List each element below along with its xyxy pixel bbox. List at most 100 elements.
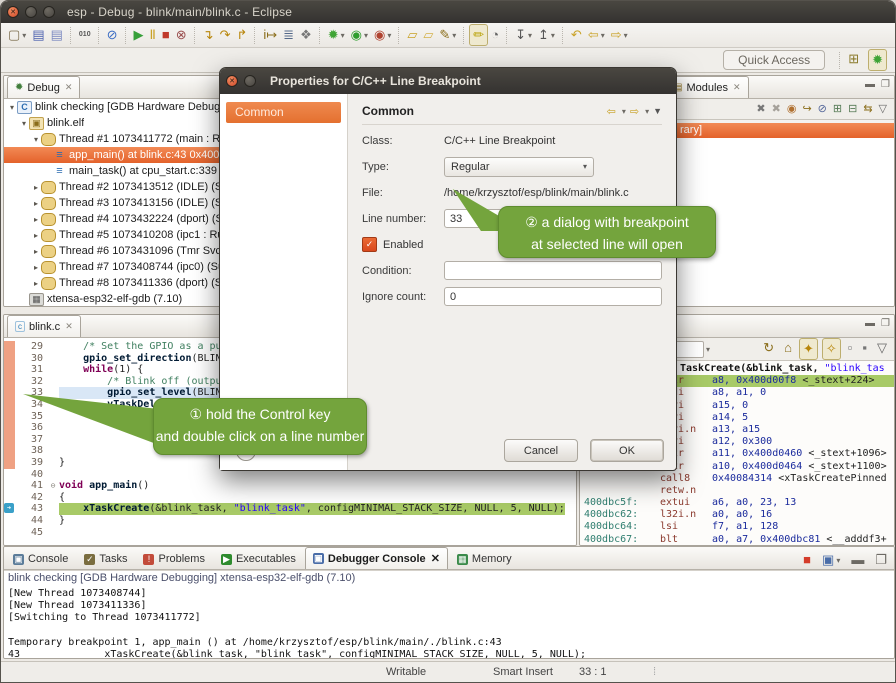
forward-icon[interactable]: ⇨▾ (608, 25, 631, 45)
debug-tree-row[interactable]: ≡main_task() at cpu_start.c:339 0x400d0 (4, 163, 222, 179)
new-wizard-icon[interactable]: ▢▾ (5, 25, 29, 45)
view-menu-icon[interactable]: ▽ (876, 99, 890, 119)
show-threads-icon[interactable]: ≣ (280, 25, 297, 45)
line-number[interactable]: 39 (15, 457, 47, 469)
editor-line[interactable]: 44} (4, 515, 576, 527)
open-perspective-icon[interactable]: ⊞ (845, 49, 862, 69)
window-maximize-icon[interactable] (43, 6, 55, 18)
open-new-view-icon[interactable]: ▫ (845, 338, 856, 358)
condition-input[interactable] (444, 261, 662, 280)
line-number[interactable]: 37 (15, 434, 47, 446)
tab-tasks[interactable]: ✓Tasks (77, 549, 134, 569)
line-number[interactable]: 43 (15, 503, 47, 515)
cancel-button[interactable]: Cancel (504, 439, 578, 462)
tree-expand-icon[interactable]: ▸ (31, 199, 41, 208)
skip-breakpoints-icon[interactable]: ⊘ (104, 25, 121, 45)
view-menu-icon[interactable]: ▽ (874, 338, 890, 358)
breakpoints-icon[interactable]: ❖ (297, 25, 315, 45)
minimize-icon[interactable]: ▬ (865, 79, 875, 90)
tree-expand-icon[interactable]: ▸ (31, 215, 41, 224)
close-icon[interactable]: ✕ (65, 321, 73, 332)
line-number[interactable]: 45 (15, 527, 47, 539)
sync-context-icon[interactable]: ✧ (822, 338, 841, 360)
open-element-icon[interactable]: ▱ (404, 25, 420, 45)
disconnect-icon[interactable]: ⊗ (173, 25, 190, 45)
line-number[interactable]: 40 (15, 469, 47, 481)
tab-blink-c[interactable]: c blink.c ✕ (7, 315, 81, 337)
line-number[interactable]: 29 (15, 341, 47, 353)
line-number[interactable]: 31 (15, 364, 47, 376)
debug-tree-row[interactable]: ▸Thread #8 1073411336 (dport) (Suspended… (4, 275, 222, 291)
line-number[interactable]: 32 (15, 376, 47, 388)
line-number[interactable]: 35 (15, 411, 47, 423)
breakpoint-current-icon[interactable]: ➜ (4, 503, 14, 513)
tree-expand-icon[interactable]: ▾ (19, 119, 29, 128)
tab-memory[interactable]: ▦Memory (450, 549, 519, 569)
editor-line[interactable]: 42{ (4, 492, 576, 504)
load-all-symbols-icon[interactable]: ↪ (799, 99, 814, 119)
console-output[interactable]: [New Thread 1073408744][New Thread 10734… (4, 587, 894, 659)
pin-view-icon[interactable]: ▪ (859, 338, 870, 358)
debug-tree-row[interactable]: ▦xtensa-esp32-elf-gdb (7.10) (4, 291, 222, 307)
last-edit-location-icon[interactable]: ↶ (568, 25, 585, 45)
step-return-icon[interactable]: ↱ (233, 25, 250, 45)
line-number[interactable]: 36 (15, 422, 47, 434)
debug-icon[interactable]: ✹▾ (325, 25, 348, 45)
tab-console[interactable]: ▣Console (6, 549, 75, 569)
module-row[interactable]: rary] (662, 123, 894, 138)
tree-expand-icon[interactable]: ▸ (31, 183, 41, 192)
close-icon[interactable]: ✕ (431, 552, 440, 565)
debug-tree-row[interactable]: ≡app_main() at blink.c:43 0x400dbc57 (4, 147, 222, 163)
dialog-close-icon[interactable]: ✕ (226, 75, 238, 87)
fold-marker-icon[interactable]: ⊖ (47, 480, 59, 492)
tree-expand-icon[interactable]: ▾ (31, 135, 41, 144)
expand-all-icon[interactable]: ⊞ (830, 99, 845, 119)
mark-occurrences-icon[interactable]: ✏ (469, 24, 488, 46)
back-menu-icon[interactable]: ▾ (622, 107, 626, 116)
line-number[interactable]: 38 (15, 445, 47, 457)
editor-line[interactable]: 45 (4, 527, 576, 539)
externalize-strings-icon[interactable]: ◔ (488, 25, 502, 45)
suspend-icon[interactable]: Ⅱ (147, 25, 159, 45)
debug-tree-row[interactable]: ▸Thread #2 1073413512 (IDLE) (Suspended) (4, 179, 222, 195)
minimize-icon[interactable]: ▬ (848, 550, 867, 570)
line-number[interactable]: 30 (15, 353, 47, 365)
tree-expand-icon[interactable]: ▸ (31, 247, 41, 256)
tree-expand-icon[interactable]: ▾ (7, 103, 17, 112)
line-number[interactable]: 44 (15, 515, 47, 527)
resume-icon[interactable]: ▶ (131, 25, 147, 45)
save-all-icon[interactable]: ▤ (48, 25, 66, 45)
minimize-icon[interactable]: ▬ (865, 318, 875, 329)
view-menu-icon[interactable]: ▼ (653, 106, 662, 116)
debug-tree-row[interactable]: ▾▣blink.elf (4, 115, 222, 131)
forward-icon[interactable]: ⇨ (630, 105, 639, 118)
next-annotation-icon[interactable]: ↧▾ (512, 25, 535, 45)
editor-line[interactable]: ➜43 xTaskCreate(&blink_task, "blink_task… (4, 503, 576, 515)
home-icon[interactable]: ⌂ (781, 338, 795, 358)
open-resource-icon[interactable]: ▱ (420, 25, 436, 45)
link-with-debug-icon[interactable]: ⇆ (860, 99, 875, 119)
sidebar-item-common[interactable]: Common (226, 102, 341, 123)
close-icon[interactable]: ✕ (65, 82, 73, 93)
window-minimize-icon[interactable] (25, 6, 37, 18)
back-icon[interactable]: ⇦▾ (585, 25, 608, 45)
close-icon[interactable]: ✕ (733, 82, 741, 93)
tab-problems[interactable]: !Problems (136, 549, 211, 569)
debug-tree-row[interactable]: ▸Thread #4 1073432224 (dport) (Suspended… (4, 211, 222, 227)
maximize-icon[interactable]: ❐ (872, 550, 890, 570)
debug-tree-row[interactable]: ▸Thread #5 1073410208 (ipc1 : Running) (4, 227, 222, 243)
show-source-icon[interactable]: ✦ (799, 338, 818, 360)
type-select[interactable]: Regular ▾ (444, 157, 594, 177)
refresh-icon[interactable]: ↻ (760, 338, 777, 358)
debug-tree-row[interactable]: ▸Thread #3 1073413156 (IDLE) (Suspended) (4, 195, 222, 211)
display-selected-console-icon[interactable]: ▣▾ (819, 550, 843, 570)
quick-access-button[interactable]: Quick Access (723, 50, 825, 70)
debug-tree-row[interactable]: ▸Thread #7 1073408744 (ipc0) (Suspended) (4, 259, 222, 275)
step-over-icon[interactable]: ↷ (217, 25, 234, 45)
debug-tree-row[interactable]: ▾Cblink checking [GDB Hardware Debugging… (4, 99, 222, 115)
tree-expand-icon[interactable]: ▸ (31, 279, 41, 288)
dialog-minimize-icon[interactable] (244, 75, 256, 87)
remove-module-icon[interactable]: ✖ (753, 99, 768, 119)
debug-perspective-icon[interactable]: ✹ (868, 49, 887, 71)
instruction-stepping-icon[interactable]: i↦ (260, 25, 280, 45)
